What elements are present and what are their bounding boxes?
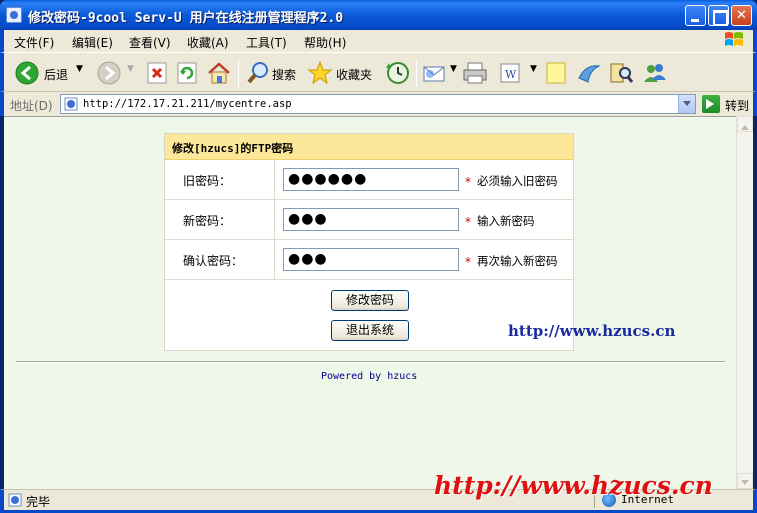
menu-help[interactable]: 帮助(H)	[304, 34, 346, 51]
ie-page-icon	[64, 97, 78, 111]
edit-dropdown-icon[interactable]: ▼	[530, 64, 537, 74]
svg-text:W: W	[505, 68, 517, 81]
new-password-hint: 输入新密码	[477, 214, 535, 228]
logout-button[interactable]: 退出系统	[331, 320, 409, 341]
toolbar-separator	[416, 59, 417, 87]
old-password-label: 旧密码：	[183, 174, 232, 188]
window-title: 修改密码-9cool Serv-U 用户在线注册管理程序2.0	[28, 11, 344, 26]
confirm-password-row: 确认密码： ●●● * 再次输入新密码	[165, 240, 573, 280]
change-password-form: 修改[hzucs]的FTP密码 旧密码： ●●●●●● * 必须输入旧密码 新密…	[164, 133, 574, 351]
change-password-button[interactable]: 修改密码	[331, 290, 409, 311]
address-input[interactable]: http://172.17.21.211/mycentre.asp	[60, 94, 696, 114]
toolbar: 后退 ▼ ▼ 搜索 收藏夹 ▼ W ▼	[0, 52, 757, 92]
mail-dropdown-icon[interactable]: ▼	[450, 64, 457, 74]
address-dropdown-icon[interactable]	[678, 95, 695, 113]
old-password-hint: 必须输入旧密码	[477, 174, 558, 188]
red-watermark: http://www.hzucs.cn	[434, 471, 713, 500]
site-watermark: http://www.hzucs.cn	[508, 322, 676, 340]
old-password-input[interactable]: ●●●●●●	[283, 168, 459, 191]
search-icon[interactable]	[246, 60, 270, 86]
mail-icon[interactable]	[422, 60, 448, 86]
menu-bar: 文件(F) 编辑(E) 查看(V) 收藏(A) 工具(T) 帮助(H)	[0, 30, 757, 52]
menu-edit[interactable]: 编辑(E)	[72, 34, 113, 51]
confirm-password-label: 确认密码：	[183, 254, 244, 268]
menu-tools[interactable]: 工具(T)	[246, 34, 287, 51]
new-password-label: 新密码：	[183, 214, 232, 228]
refresh-icon[interactable]	[176, 60, 198, 86]
required-mark: *	[465, 215, 471, 229]
discuss-note-icon[interactable]	[544, 60, 568, 86]
research-icon[interactable]	[608, 60, 634, 86]
home-icon[interactable]	[206, 60, 232, 86]
scroll-down-button[interactable]	[737, 473, 753, 489]
page-done-icon	[8, 493, 22, 507]
form-header: 修改[hzucs]的FTP密码	[165, 134, 573, 160]
back-dropdown-icon[interactable]: ▼	[76, 64, 83, 74]
toolbar-separator	[238, 59, 239, 87]
go-arrow-icon[interactable]	[702, 95, 720, 113]
old-password-row: 旧密码： ●●●●●● * 必须输入旧密码	[165, 160, 573, 200]
print-icon[interactable]	[462, 60, 488, 86]
menu-file[interactable]: 文件(F)	[14, 34, 54, 51]
scroll-up-button[interactable]	[737, 116, 753, 132]
confirm-password-hint: 再次输入新密码	[477, 254, 558, 268]
label-cell: 确认密码：	[165, 240, 275, 279]
address-label: 地址(D)	[10, 99, 53, 113]
msn-people-icon[interactable]	[642, 60, 668, 86]
history-icon[interactable]	[384, 60, 410, 86]
status-text: 完毕	[26, 495, 51, 509]
vertical-scrollbar[interactable]	[736, 116, 753, 489]
required-mark: *	[465, 175, 471, 189]
close-button[interactable]: ✕	[731, 5, 752, 26]
powered-by-link[interactable]: Powered by hzucs	[321, 371, 417, 382]
favorites-star-icon[interactable]	[307, 60, 333, 86]
windows-logo-icon	[725, 32, 743, 46]
label-cell: 旧密码：	[165, 160, 275, 199]
confirm-password-input[interactable]: ●●●	[283, 248, 459, 271]
divider	[16, 361, 725, 363]
stop-icon[interactable]	[146, 60, 168, 86]
title-bar: 修改密码-9cool Serv-U 用户在线注册管理程序2.0 ✕	[0, 0, 757, 30]
back-arrow-icon[interactable]	[14, 60, 40, 86]
maximize-button[interactable]	[708, 5, 729, 26]
address-bar: 地址(D) http://172.17.21.211/mycentre.asp …	[0, 92, 757, 116]
go-button[interactable]: 转到	[725, 97, 749, 114]
messenger-bird-icon[interactable]	[576, 60, 602, 86]
new-password-input[interactable]: ●●●	[283, 208, 459, 231]
favorites-label[interactable]: 收藏夹	[336, 66, 372, 83]
forward-dropdown-icon[interactable]: ▼	[127, 64, 134, 74]
back-label[interactable]: 后退	[44, 66, 68, 83]
forward-arrow-icon[interactable]	[96, 60, 122, 86]
form-title: 修改[hzucs]的FTP密码	[172, 142, 294, 155]
address-url[interactable]: http://172.17.21.211/mycentre.asp	[83, 98, 292, 110]
menu-view[interactable]: 查看(V)	[129, 34, 171, 51]
ie-page-icon	[6, 7, 22, 23]
menu-favorites[interactable]: 收藏(A)	[187, 34, 229, 51]
search-label[interactable]: 搜索	[272, 66, 296, 83]
minimize-button[interactable]	[685, 5, 706, 26]
new-password-row: 新密码： ●●● * 输入新密码	[165, 200, 573, 240]
label-cell: 新密码：	[165, 200, 275, 239]
required-mark: *	[465, 255, 471, 269]
edit-word-icon[interactable]: W	[498, 60, 522, 86]
